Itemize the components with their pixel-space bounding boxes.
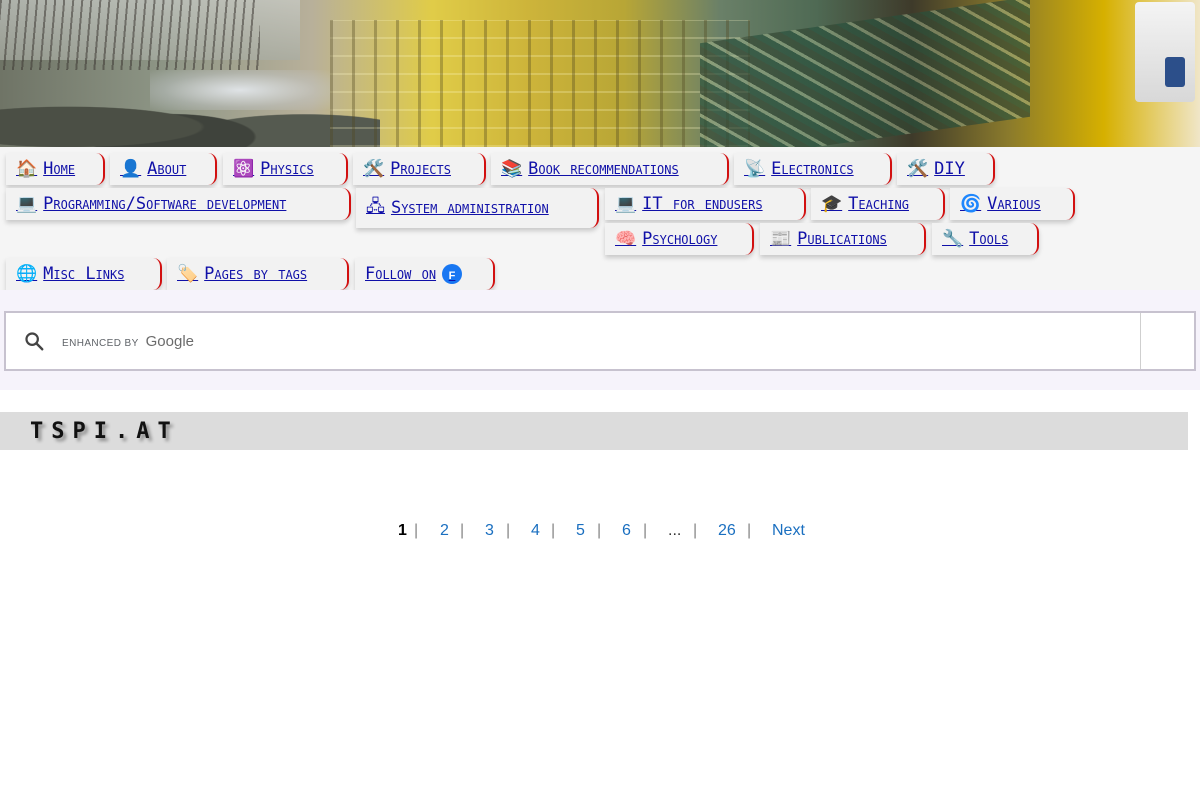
home-icon: 🏠	[16, 159, 38, 179]
tools-icon: 🛠️	[363, 159, 385, 179]
menu-item-programming[interactable]: 💻 Programming/Software development	[6, 188, 351, 220]
menu-item-psychology[interactable]: 🧠 Psychology	[605, 223, 754, 255]
books-icon: 📚	[501, 159, 523, 179]
facebook-icon: f	[442, 264, 463, 284]
pagination-separator: |	[506, 522, 511, 539]
menu-item-label: Publications	[797, 229, 887, 249]
tools-icon: 🛠️	[907, 159, 929, 179]
pagination-current-page: 1	[398, 522, 407, 539]
brain-icon: 🧠	[615, 229, 637, 249]
laptop-icon: 💻	[615, 194, 637, 214]
graduation-cap-icon: 🎓	[821, 194, 843, 214]
menu-item-diy[interactable]: 🛠️ DIY	[897, 153, 995, 185]
pagination-separator: |	[414, 522, 419, 539]
enhanced-by-label: enhanced by	[62, 337, 139, 349]
pagination-separator: |	[643, 522, 648, 539]
menu-item-projects[interactable]: 🛠️ Projects	[353, 153, 486, 185]
menu-item-label: Teaching	[848, 194, 909, 214]
menu-item-tools[interactable]: 🔧 Tools	[932, 223, 1039, 255]
menu-item-it-for-endusers[interactable]: 💻 IT for endusers	[605, 188, 806, 220]
menu-item-book-recommendations[interactable]: 📚 Book recommendations	[491, 153, 729, 185]
banner-trees	[0, 0, 260, 70]
main-navigation: 🏠 Home 👤 About ⚛️ Physics 🛠️ Projects 📚 …	[0, 147, 1200, 290]
menu-item-label: Psychology	[642, 229, 718, 249]
banner-lab	[330, 20, 750, 147]
menu-item-label: IT for endusers	[642, 194, 763, 214]
menu-item-label: Various	[987, 194, 1041, 214]
search-box: enhanced by Google	[4, 311, 1196, 371]
menu-item-home[interactable]: 🏠 Home	[6, 153, 105, 185]
menu-item-publications[interactable]: 📰 Publications	[760, 223, 926, 255]
menu-item-various[interactable]: 🌀 Various	[950, 188, 1075, 220]
pagination-page-6[interactable]: 6	[622, 522, 631, 540]
menu-item-label: Programming/Software development	[43, 194, 287, 214]
search-input[interactable]	[194, 312, 1140, 370]
pagination-page-5[interactable]: 5	[576, 522, 585, 540]
tag-icon: 🏷️	[177, 264, 199, 284]
network-icon: 🖧	[366, 196, 385, 217]
header-banner-image	[0, 0, 1200, 147]
menu-item-label: Electronics	[771, 159, 854, 179]
menu-item-follow-on-facebook[interactable]: Follow on f	[355, 258, 495, 290]
search-icon	[6, 313, 62, 369]
newspaper-icon: 📰	[770, 229, 792, 249]
pagination-separator: |	[597, 522, 602, 539]
atom-icon: ⚛️	[233, 159, 255, 179]
menu-item-pages-by-tags[interactable]: 🏷️ Pages by tags	[167, 258, 349, 290]
menu-item-label: Tools	[969, 229, 1009, 249]
menu-item-label: System administration	[390, 198, 549, 218]
banner-device-lens	[1165, 57, 1185, 87]
pagination-page-3[interactable]: 3	[485, 522, 494, 540]
person-icon: 👤	[120, 159, 142, 179]
pagination-page-2[interactable]: 2	[440, 522, 449, 540]
menu-item-physics[interactable]: ⚛️ Physics	[223, 153, 348, 185]
menu-item-label: Book recommendations	[528, 159, 679, 179]
pagination-next[interactable]: Next	[772, 522, 805, 540]
pagination: 1 | 2 | 3 | 4 | 5 | 6 | ... | 26 | Next	[0, 520, 1200, 544]
menu-item-label: About	[147, 159, 187, 179]
menu-item-label: Home	[43, 159, 76, 179]
menu-item-teaching[interactable]: 🎓 Teaching	[811, 188, 945, 220]
satellite-antenna-icon: 📡	[744, 159, 766, 179]
menu-item-misc-links[interactable]: 🌐 Misc Links	[6, 258, 162, 290]
laptop-icon: 💻	[16, 194, 38, 214]
pagination-separator: |	[693, 522, 698, 539]
cyclone-icon: 🌀	[960, 194, 982, 214]
pagination-separator: |	[551, 522, 556, 539]
site-title: TSPI.AT	[30, 419, 179, 444]
google-logo: Google	[145, 332, 195, 350]
menu-item-label: DIY	[934, 159, 965, 179]
menu-item-label: Projects	[390, 159, 451, 179]
search-branding: enhanced by Google	[62, 333, 194, 350]
menu-item-label: Physics	[260, 159, 314, 179]
globe-icon: 🌐	[16, 264, 38, 284]
wrench-icon: 🔧	[942, 229, 964, 249]
menu-item-label: Follow on	[365, 264, 437, 284]
menu-item-label: Misc Links	[43, 264, 125, 284]
menu-item-electronics[interactable]: 📡 Electronics	[734, 153, 892, 185]
menu-item-label: Pages by tags	[204, 264, 308, 284]
menu-item-system-administration[interactable]: 🖧 System administration	[356, 188, 599, 228]
pagination-last-page[interactable]: 26	[718, 522, 736, 540]
search-button[interactable]	[1140, 313, 1194, 369]
banner-rocks	[0, 80, 380, 147]
banner-device	[1135, 2, 1195, 102]
pagination-separator: |	[747, 522, 752, 539]
pagination-ellipsis: ...	[668, 522, 682, 539]
pagination-separator: |	[460, 522, 465, 539]
pagination-page-4[interactable]: 4	[531, 522, 540, 540]
menu-item-about[interactable]: 👤 About	[110, 153, 217, 185]
